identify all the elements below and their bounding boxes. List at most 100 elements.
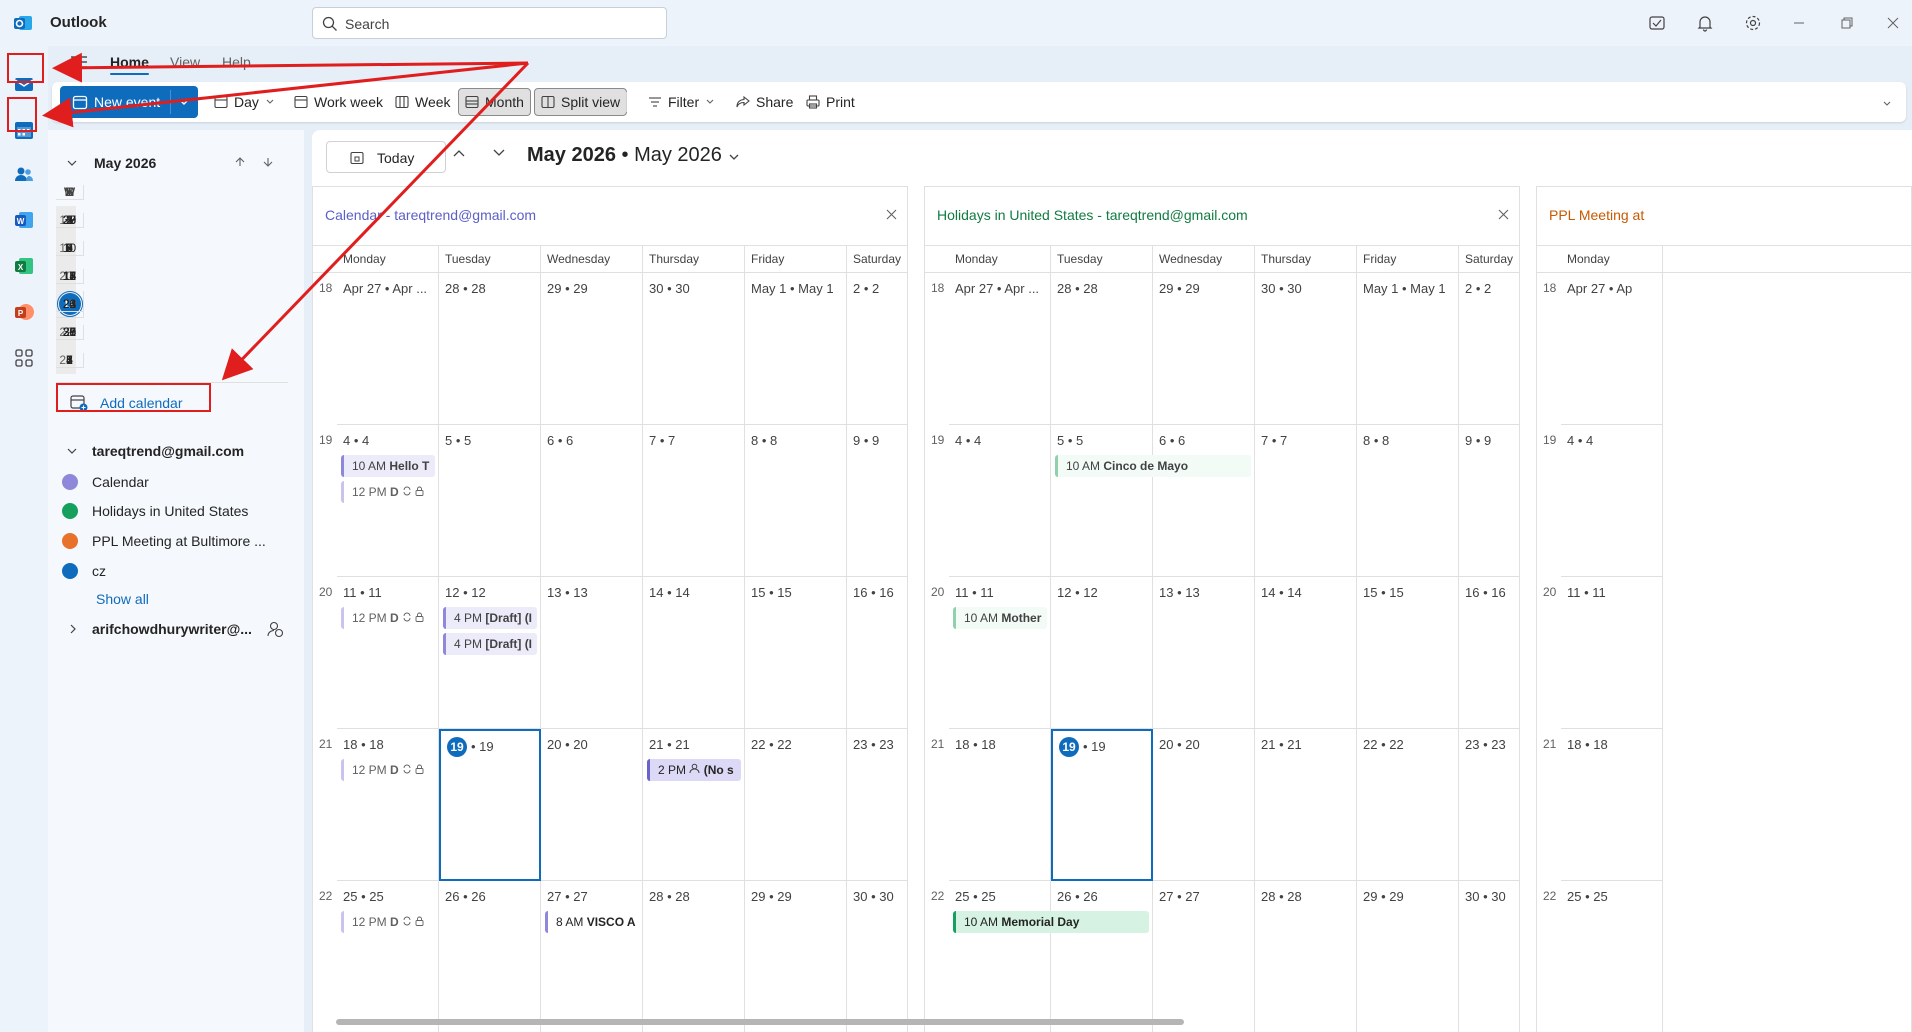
week-view-button[interactable]: Week <box>389 88 457 116</box>
arrow-up-icon[interactable] <box>234 156 246 171</box>
day-cell[interactable]: 20 • 20 <box>541 729 643 881</box>
tab-home[interactable]: Home <box>110 54 149 75</box>
day-cell[interactable]: 23 • 23 <box>1459 729 1519 881</box>
calendar-event[interactable]: 2 PM (No s <box>647 759 741 781</box>
mini-calendar-day[interactable]: 17 <box>56 268 84 284</box>
day-cell[interactable]: 2 • 2 <box>1459 273 1519 425</box>
mini-calendar-title[interactable]: May 2026 <box>94 155 156 171</box>
day-cell[interactable]: 23 • 23 <box>847 729 907 881</box>
day-cell[interactable]: 14 • 14 <box>1255 577 1357 729</box>
tab-view[interactable]: View <box>170 54 200 70</box>
search-input[interactable]: Search <box>312 7 667 39</box>
calendar-event[interactable]: 10 AM Mother <box>953 607 1047 629</box>
day-cell[interactable]: 13 • 13 <box>1153 577 1255 729</box>
mini-calendar-day[interactable]: 3 <box>56 212 84 228</box>
day-cell[interactable]: 19 • 19 <box>1051 729 1153 881</box>
day-cell[interactable]: 21 • 21 <box>1255 729 1357 881</box>
calendar-event[interactable]: 12 PM D <box>341 607 435 629</box>
day-cell[interactable]: 25 • 25 <box>949 881 1051 1032</box>
day-cell[interactable]: 11 • 11 <box>337 577 439 729</box>
day-cell[interactable]: 29 • 29 <box>1153 273 1255 425</box>
shared-account-icon[interactable] <box>266 620 284 641</box>
calendar-event[interactable]: 4 PM [Draft] (I <box>443 633 537 655</box>
close-icon[interactable] <box>1882 12 1904 34</box>
day-cell[interactable]: 2 • 2 <box>847 273 907 425</box>
day-cell[interactable]: 26 • 26 <box>439 881 541 1032</box>
gear-icon[interactable] <box>1742 12 1764 34</box>
tab-help[interactable]: Help <box>222 54 251 70</box>
today-button[interactable]: Today <box>326 141 446 173</box>
day-cell[interactable]: 4 • 4 <box>1561 425 1663 577</box>
day-cell[interactable]: 4 • 4 <box>949 425 1051 577</box>
day-cell[interactable]: 30 • 30 <box>643 273 745 425</box>
mini-calendar-day[interactable]: 10 <box>56 240 84 256</box>
apps-icon[interactable] <box>8 342 40 374</box>
calendar-event[interactable]: 8 AM VISCO A <box>545 911 639 933</box>
mini-calendar-day[interactable]: 24 <box>56 296 84 312</box>
share-button[interactable]: Share <box>730 88 799 116</box>
day-cell[interactable]: 30 • 30 <box>1255 273 1357 425</box>
calendar-event[interactable]: 10 AM Memorial Day <box>953 911 1149 933</box>
day-cell[interactable]: 27 • 27 <box>541 881 643 1032</box>
mini-collapse-chevron-icon[interactable] <box>66 156 78 171</box>
print-button[interactable]: Print <box>800 88 861 116</box>
day-cell[interactable]: 28 • 28 <box>1255 881 1357 1032</box>
calendar-event[interactable]: 12 PM D <box>341 481 435 503</box>
day-cell[interactable]: 16 • 16 <box>847 577 907 729</box>
day-cell[interactable]: 18 • 18 <box>949 729 1051 881</box>
day-view-button[interactable]: Day <box>208 88 281 116</box>
show-all-link[interactable]: Show all <box>96 591 149 607</box>
day-cell[interactable]: May 1 • May 1 <box>745 273 847 425</box>
day-cell[interactable]: Apr 27 • Apr ... <box>337 273 439 425</box>
next-month-icon[interactable] <box>492 146 506 161</box>
calendar-event[interactable]: 4 PM [Draft] (I <box>443 607 537 629</box>
day-cell[interactable]: 9 • 9 <box>1459 425 1519 577</box>
whats-new-icon[interactable] <box>1646 12 1668 34</box>
minimize-icon[interactable] <box>1788 12 1810 34</box>
filter-button[interactable]: Filter <box>642 88 721 116</box>
chevron-down-icon[interactable] <box>178 98 190 106</box>
day-cell[interactable]: 11 • 11 <box>949 577 1051 729</box>
horizontal-scrollbar[interactable] <box>322 1018 1907 1026</box>
calendar-event[interactable]: 12 PM D <box>341 911 435 933</box>
close-icon[interactable] <box>1498 207 1509 223</box>
month-view-button[interactable]: Month <box>458 88 531 116</box>
day-cell[interactable]: 25 • 25 <box>1561 881 1663 1032</box>
arrow-down-icon[interactable] <box>262 156 274 171</box>
day-cell[interactable]: 8 • 8 <box>745 425 847 577</box>
split-view-button[interactable]: Split view <box>534 88 628 116</box>
day-cell[interactable]: 5 • 5 <box>439 425 541 577</box>
calendar-event[interactable]: 10 AM Cinco de Mayo <box>1055 455 1251 477</box>
day-cell[interactable]: 18 • 18 <box>1561 729 1663 881</box>
day-cell[interactable]: 6 • 6 <box>541 425 643 577</box>
day-cell[interactable]: 29 • 29 <box>745 881 847 1032</box>
close-icon[interactable] <box>886 207 897 223</box>
mini-calendar-day[interactable]: 7 <box>56 352 84 368</box>
day-cell[interactable]: 8 • 8 <box>1357 425 1459 577</box>
day-cell[interactable]: 22 • 22 <box>745 729 847 881</box>
new-event-button[interactable]: New event <box>60 86 198 118</box>
day-cell[interactable]: 15 • 15 <box>1357 577 1459 729</box>
month-title-button[interactable]: May 2026 • May 2026 <box>527 144 740 167</box>
bell-icon[interactable] <box>1694 12 1716 34</box>
day-cell[interactable]: 18 • 18 <box>337 729 439 881</box>
day-cell[interactable]: 21 • 21 <box>643 729 745 881</box>
excel-icon[interactable]: X <box>8 250 40 282</box>
day-cell[interactable]: 11 • 11 <box>1561 577 1663 729</box>
day-cell[interactable]: Apr 27 • Apr ... <box>949 273 1051 425</box>
previous-month-icon[interactable] <box>452 146 466 161</box>
day-cell[interactable]: 28 • 28 <box>1051 273 1153 425</box>
day-cell[interactable]: 7 • 7 <box>643 425 745 577</box>
day-cell[interactable]: Apr 27 • Ap <box>1561 273 1663 425</box>
day-cell[interactable]: 19 • 19 <box>439 729 541 881</box>
day-cell[interactable]: 25 • 25 <box>337 881 439 1032</box>
day-cell[interactable]: 29 • 29 <box>541 273 643 425</box>
day-cell[interactable]: 5 • 5 <box>1051 425 1153 577</box>
calendar-event[interactable]: 10 AM Hello T <box>341 455 435 477</box>
day-cell[interactable]: 6 • 6 <box>1153 425 1255 577</box>
day-cell[interactable]: 28 • 28 <box>643 881 745 1032</box>
day-cell[interactable]: 27 • 27 <box>1153 881 1255 1032</box>
day-cell[interactable]: 20 • 20 <box>1153 729 1255 881</box>
day-cell[interactable]: 29 • 29 <box>1357 881 1459 1032</box>
hamburger-icon[interactable] <box>70 54 88 73</box>
